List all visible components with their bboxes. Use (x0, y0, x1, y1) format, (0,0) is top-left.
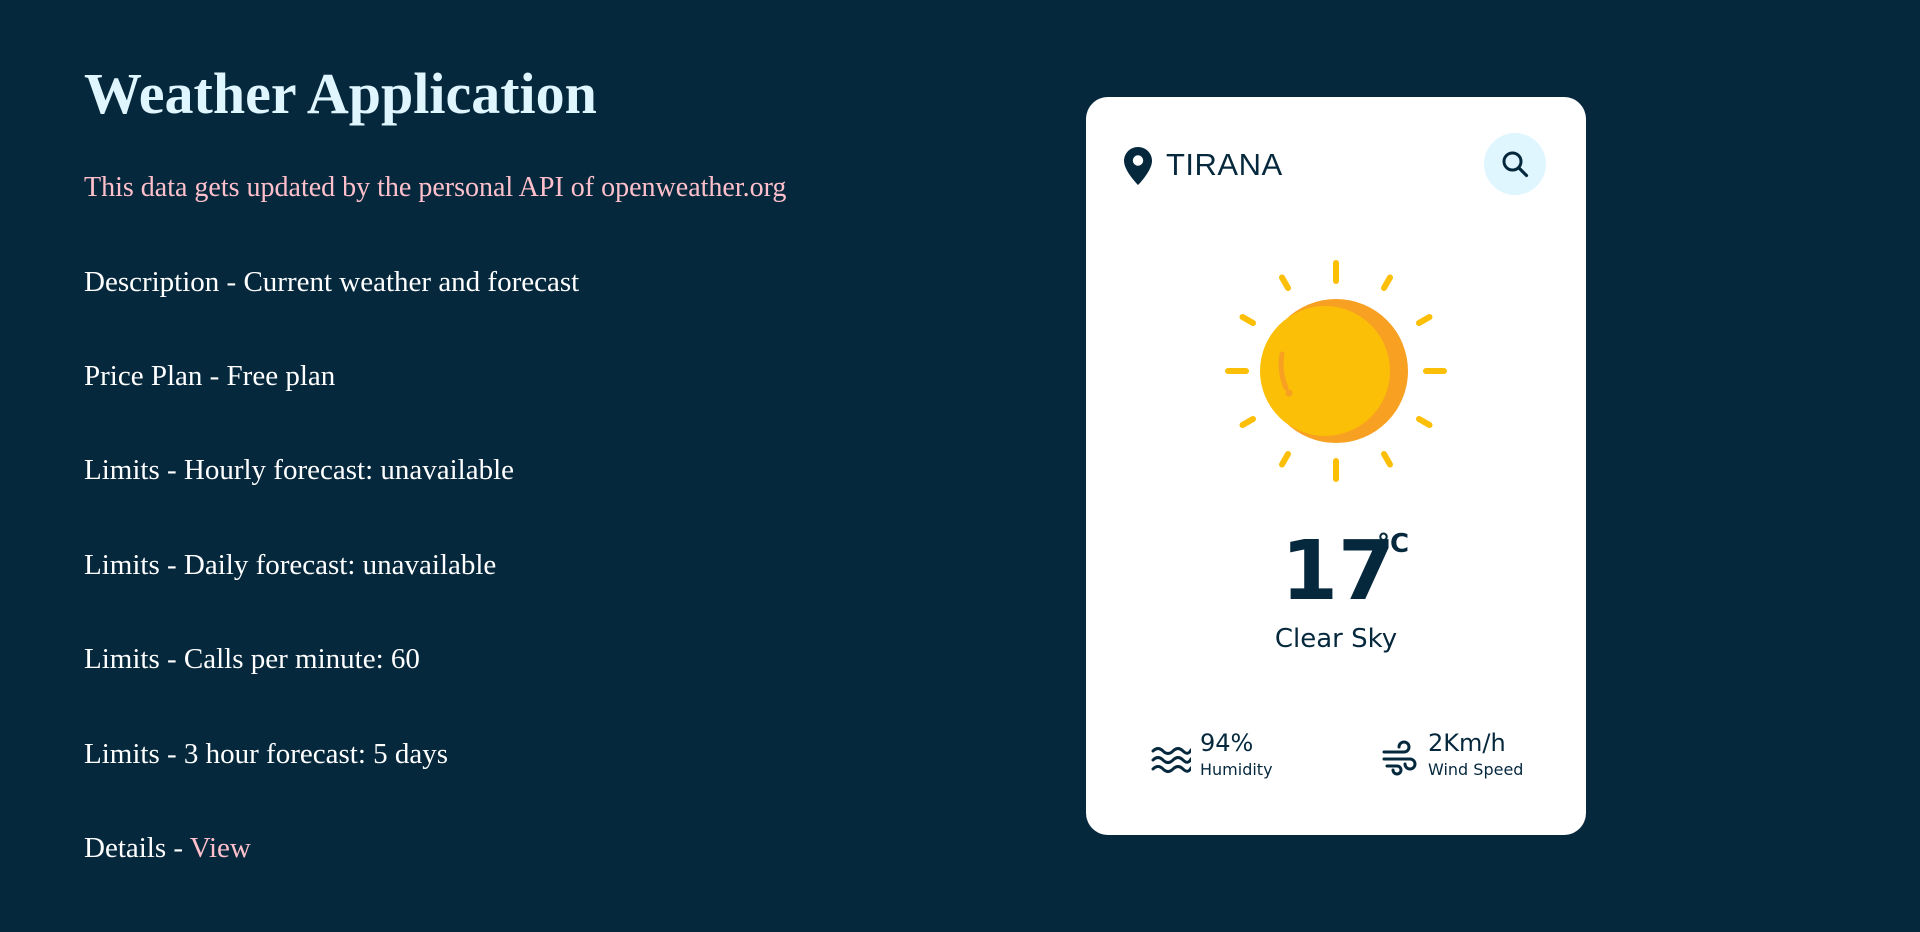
weather-card: TIRANA 17 °C Clear Sky 94% Humidity 2Km/… (1086, 97, 1586, 835)
info-row-details: Details - View (84, 831, 251, 865)
details-view-link[interactable]: View (190, 832, 251, 864)
info-row-3hour-limit: Limits - 3 hour forecast: 5 days (84, 738, 449, 770)
info-row-description: Description - Current weather and foreca… (84, 266, 580, 298)
search-button[interactable] (1484, 133, 1546, 195)
info-row-hourly-limit: Limits - Hourly forecast: unavailable (84, 454, 515, 486)
wind-speed-value: 2Km/h (1428, 729, 1506, 757)
page-title: Weather Application (84, 61, 597, 126)
info-row-calls-limit: Limits - Calls per minute: 60 (84, 643, 420, 675)
sun-icon (1222, 257, 1450, 485)
city-name: TIRANA (1166, 147, 1283, 182)
humidity-label: Humidity (1200, 760, 1273, 779)
map-pin-icon (1124, 147, 1152, 185)
info-row-daily-limit: Limits - Daily forecast: unavailable (84, 549, 497, 581)
weather-description: Clear Sky (1274, 624, 1398, 654)
details-prefix: Details - (84, 832, 190, 864)
temperature-unit: °C (1377, 529, 1410, 559)
page-subtitle: This data gets updated by the personal A… (84, 172, 787, 203)
wind-speed-label: Wind Speed (1428, 760, 1524, 779)
humidity-value: 94% (1200, 729, 1254, 757)
info-row-price-plan: Price Plan - Free plan (84, 360, 336, 392)
waves-icon (1151, 745, 1193, 779)
wind-icon (1382, 740, 1418, 780)
